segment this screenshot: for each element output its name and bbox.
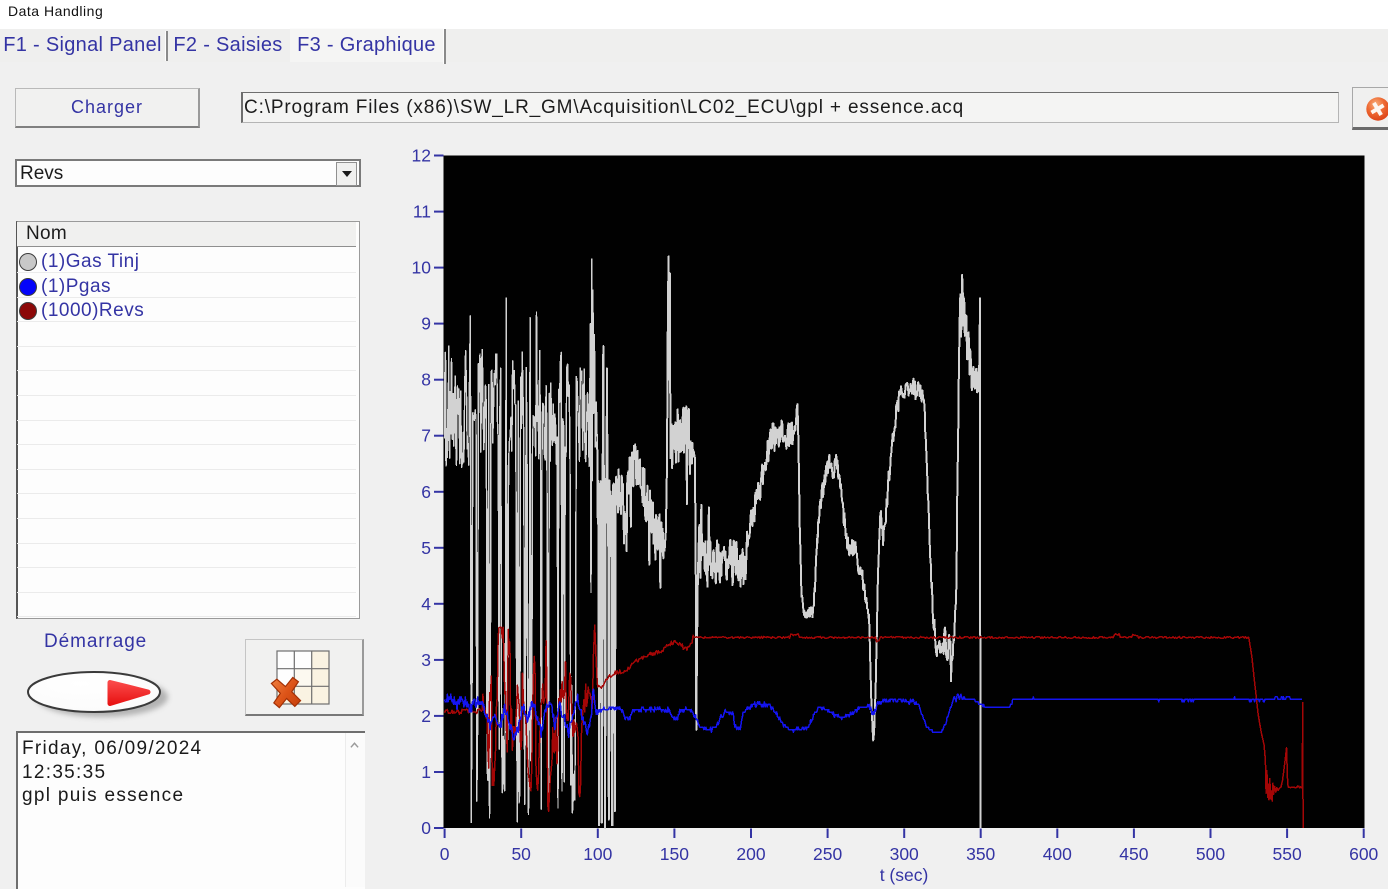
svg-text:300: 300 [890,844,919,864]
svg-text:0: 0 [440,844,450,864]
svg-text:250: 250 [813,844,842,864]
svg-text:0: 0 [421,818,431,838]
svg-text:10: 10 [412,258,432,278]
svg-text:8: 8 [421,370,431,390]
svg-text:100: 100 [583,844,612,864]
svg-text:5: 5 [421,538,431,558]
svg-text:3: 3 [421,650,431,670]
svg-text:150: 150 [660,844,689,864]
svg-text:500: 500 [1196,844,1225,864]
svg-text:t (sec): t (sec) [880,865,929,885]
svg-text:350: 350 [966,844,995,864]
svg-text:11: 11 [413,202,431,222]
svg-text:9: 9 [421,314,431,334]
svg-text:600: 600 [1349,844,1378,864]
svg-text:12: 12 [412,146,431,166]
svg-text:6: 6 [421,482,431,502]
svg-text:50: 50 [511,844,531,864]
svg-text:400: 400 [1043,844,1072,864]
svg-text:7: 7 [421,426,431,446]
svg-text:2: 2 [421,706,431,726]
svg-text:550: 550 [1272,844,1301,864]
svg-text:4: 4 [421,594,431,614]
svg-text:450: 450 [1119,844,1148,864]
svg-text:1: 1 [421,762,431,782]
svg-text:200: 200 [736,844,765,864]
